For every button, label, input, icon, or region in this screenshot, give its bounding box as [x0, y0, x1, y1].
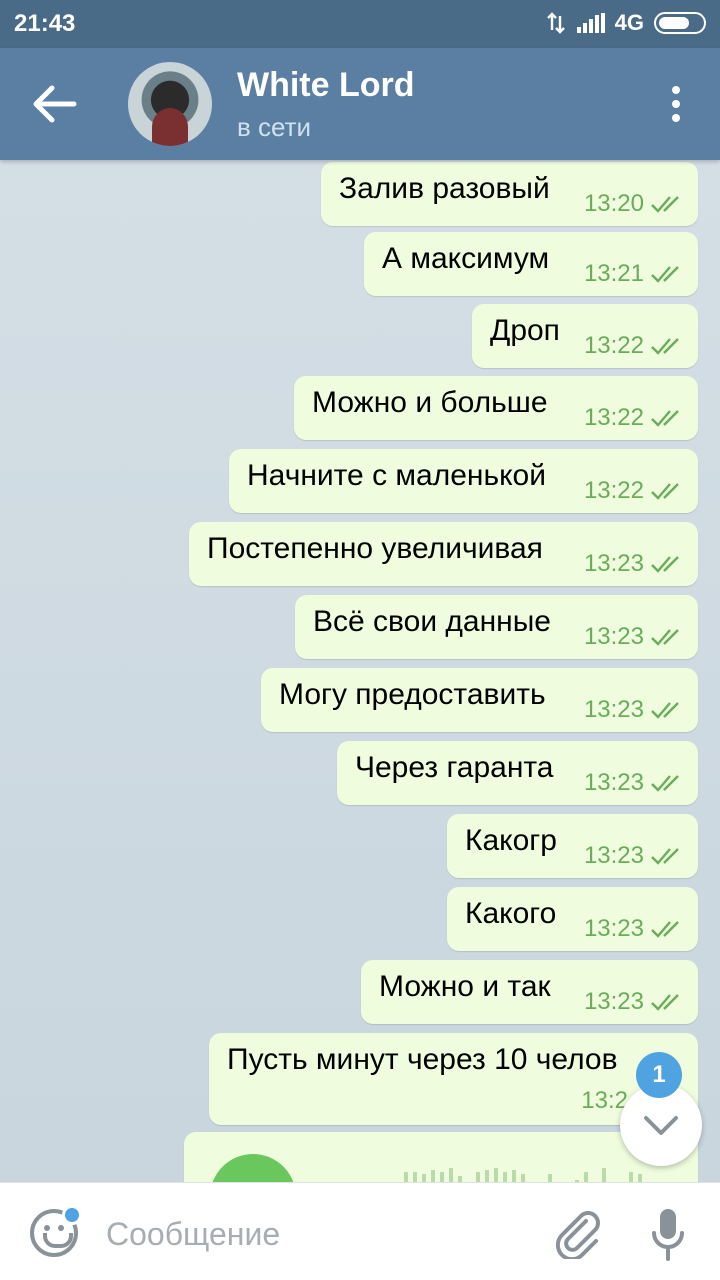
message-time: 13:21	[583, 260, 644, 287]
double-check-icon	[651, 921, 679, 938]
battery-icon	[654, 12, 706, 34]
double-check-icon	[651, 848, 679, 865]
double-check-icon	[651, 994, 679, 1011]
avatar[interactable]	[128, 62, 212, 146]
double-check-icon	[651, 629, 679, 646]
double-check-icon	[651, 266, 679, 283]
message-bubble[interactable]: Могу предоставить 13:23	[261, 668, 698, 732]
status-time: 21:43	[14, 10, 76, 37]
more-menu-icon[interactable]	[670, 86, 682, 122]
message-bubble[interactable]: Всё свои данные 13:23	[295, 595, 698, 659]
double-check-icon	[651, 338, 679, 355]
message-bubble[interactable]: Можно и так 13:23	[361, 960, 698, 1024]
message-time: 13:23	[583, 623, 644, 650]
play-button[interactable]	[210, 1154, 296, 1182]
message-text: Через гаранта	[355, 751, 554, 784]
chat-title[interactable]: White Lord	[237, 66, 415, 105]
message-bubble[interactable]: Какогр 13:23	[447, 814, 698, 878]
message-bubble[interactable]: Можно и больше 13:22	[294, 376, 698, 440]
message-time: 13:23	[583, 988, 644, 1015]
message-text: Всё свои данные	[313, 605, 551, 638]
double-check-icon	[651, 702, 679, 719]
message-time: 13:20	[583, 190, 644, 217]
message-time: 13:22	[583, 332, 644, 359]
unread-count-badge: 1	[636, 1052, 682, 1098]
message-text: Какогр	[465, 824, 557, 857]
attach-icon[interactable]	[552, 1207, 600, 1259]
message-time: 13:23	[583, 842, 644, 869]
double-check-icon	[651, 483, 679, 500]
message-time: 13:23	[583, 550, 644, 577]
emoji-notification-dot	[62, 1205, 82, 1225]
microphone-icon[interactable]	[650, 1207, 686, 1263]
message-bubble[interactable]: А максимум 13:21	[364, 232, 698, 296]
message-bubble[interactable]: Через гаранта 13:23	[337, 741, 698, 805]
double-check-icon	[651, 775, 679, 792]
message-bubble[interactable]: Дроп 13:22	[472, 304, 698, 368]
data-transfer-icon	[546, 12, 565, 34]
double-check-icon	[651, 410, 679, 427]
chat-header: White Lord в сети	[0, 48, 720, 160]
message-text: Залив разовый	[339, 172, 550, 205]
message-text: Пусть минут через 10 челов	[227, 1043, 618, 1076]
message-time: 13:23	[583, 915, 644, 942]
message-time: 13:23	[583, 769, 644, 796]
waveform	[404, 1168, 651, 1182]
signal-icon	[576, 13, 605, 33]
message-text: Дроп	[490, 314, 560, 347]
message-text: А максимум	[382, 242, 550, 275]
message-text: Могу предоставить	[279, 678, 546, 711]
message-bubble[interactable]: Залив разовый 13:20	[321, 162, 698, 226]
message-time: 13:22	[583, 477, 644, 504]
message-input[interactable]: Сообщение	[106, 1216, 280, 1253]
message-text: Можно и больше	[312, 386, 548, 419]
message-composer: Сообщение	[0, 1182, 720, 1280]
double-check-icon	[651, 556, 679, 573]
network-type: 4G	[614, 10, 644, 35]
message-text: Начните с маленькой	[247, 459, 547, 492]
status-bar: 21:43 4G	[0, 0, 720, 48]
message-text: Какого	[465, 897, 557, 930]
message-time: 13:23	[583, 696, 644, 723]
message-bubble[interactable]: Постепенно увеличивая 13:23	[189, 522, 698, 586]
message-time: 13:22	[583, 404, 644, 431]
status-icons: 4G	[545, 10, 706, 36]
message-list[interactable]: Залив разовый 13:20 А максимум 13:21 Дро…	[0, 160, 720, 1182]
message-text: Постепенно увеличивая	[207, 532, 543, 565]
message-bubble[interactable]: Начните с маленькой 13:22	[229, 449, 698, 513]
chat-status: в сети	[237, 112, 312, 142]
back-arrow-icon[interactable]	[30, 82, 80, 126]
double-check-icon	[651, 196, 679, 213]
message-bubble[interactable]: Какого 13:23	[447, 887, 698, 951]
message-text: Можно и так	[379, 970, 551, 1003]
